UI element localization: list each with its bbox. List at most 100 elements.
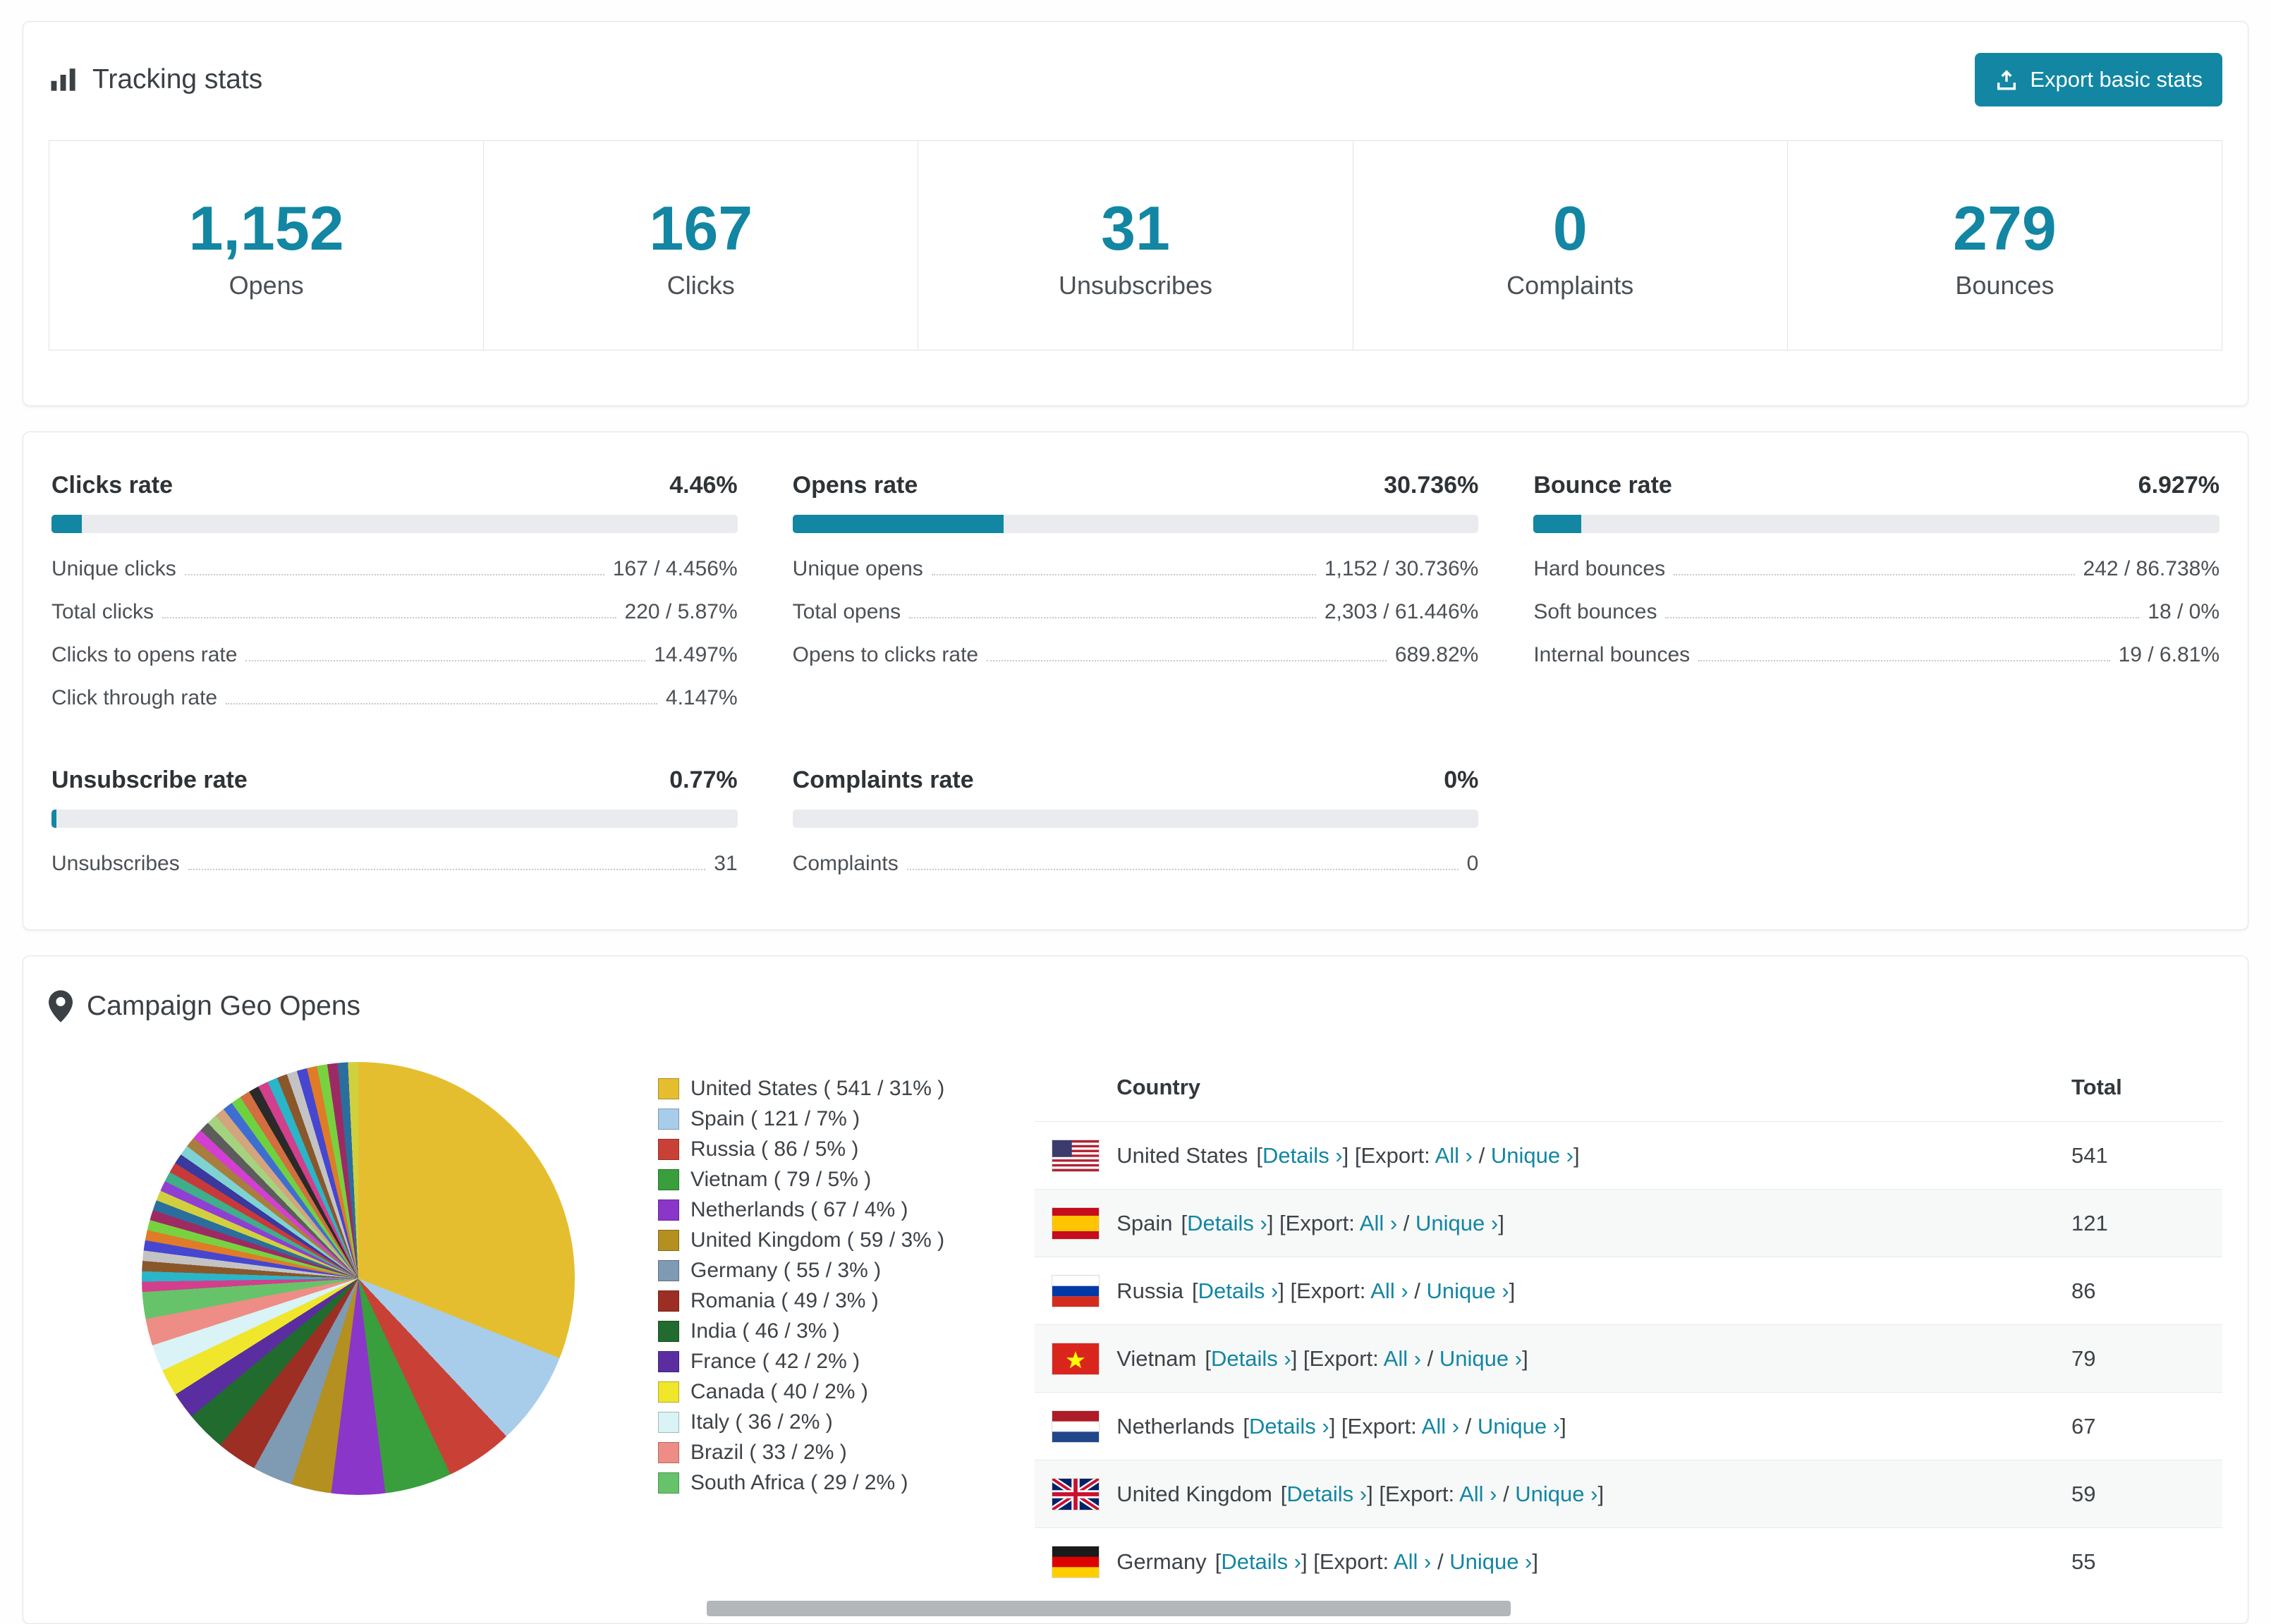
legend-color-swatch — [658, 1259, 679, 1281]
tracking-stats-title-text: Tracking stats — [92, 64, 263, 94]
rate-stat-row: Internal bounces 19 / 6.81% — [1533, 643, 2220, 667]
stat-cell-bounces: 279 Bounces — [1788, 141, 2222, 350]
geo-table-row-vietnam: Vietnam [Details ›] [Export: All › / Uniq… — [1035, 1324, 2222, 1392]
export-unique-link[interactable]: Unique › — [1415, 1211, 1498, 1235]
export-label: ] [Export: — [1329, 1413, 1422, 1439]
stat-cell-complaints: 0 Complaints — [1353, 141, 1788, 350]
geo-opens-header: Campaign Geo Opens — [49, 990, 2222, 1022]
legend-label: Russia ( 86 / 5% ) — [690, 1137, 859, 1161]
geo-table-body: United States [Details ›] [Export: All › … — [1035, 1121, 2222, 1595]
dotted-leader — [906, 869, 1459, 870]
dotted-leader — [188, 869, 706, 870]
rate-block-complaints-rate: Complaints rate 0% Complaints 0 — [792, 767, 1479, 876]
bracket-close: ] — [1597, 1481, 1605, 1506]
dotted-leader — [1674, 574, 2075, 575]
details-link[interactable]: Details › — [1249, 1414, 1329, 1439]
export-all-link[interactable]: All › — [1422, 1414, 1459, 1439]
rate-stat-value: 167 / 4.456% — [612, 557, 738, 580]
country-text: Germany [Details ›] [Export: All › / Uniq… — [1116, 1549, 1538, 1575]
export-unique-link[interactable]: Unique › — [1478, 1414, 1560, 1439]
rate-stat-value: 31 — [714, 852, 738, 875]
horizontal-scrollbar-thumb[interactable] — [707, 1601, 1511, 1616]
rate-stat-rows: Unique opens 1,152 / 30.736% Total opens 2,… — [793, 557, 1479, 667]
progress-bar — [51, 515, 738, 533]
export-unique-link[interactable]: Unique › — [1439, 1346, 1522, 1371]
legend-item-spain: Spain ( 121 / 7% ) — [658, 1104, 944, 1134]
rate-stat-label: Total clicks — [51, 600, 154, 623]
bracket-close: ] — [1560, 1413, 1566, 1439]
legend-color-swatch — [658, 1472, 679, 1494]
rate-block-header: Clicks rate 4.46% — [51, 472, 738, 499]
details-link[interactable]: Details › — [1187, 1211, 1267, 1235]
country-cell: Spain [Details ›] [Export: All › / Unique… — [1052, 1207, 2071, 1240]
details-link[interactable]: Details › — [1286, 1482, 1367, 1506]
bracket-open: [ — [1205, 1345, 1211, 1371]
flag-icon-us — [1052, 1139, 1100, 1172]
stat-value: 1,152 — [188, 193, 344, 263]
country-name: United States — [1116, 1142, 1248, 1168]
legend-item-netherlands: Netherlands ( 67 / 4% ) — [658, 1195, 944, 1225]
geo-table-row-russia: Russia [Details ›] [Export: All › / Uniqu… — [1035, 1257, 2222, 1324]
bracket-close: ] — [1573, 1142, 1580, 1168]
legend-label: Romania ( 49 / 3% ) — [690, 1288, 879, 1312]
progress-bar — [1533, 515, 2220, 533]
rate-block-clicks-rate: Clicks rate 4.46% Unique clicks 167 / 4.456… — [51, 472, 738, 710]
export-all-link[interactable]: All › — [1459, 1482, 1497, 1506]
rate-stat-rows: Unsubscribes 31 — [51, 852, 738, 876]
rate-block-header: Complaints rate 0% — [793, 767, 1479, 794]
rate-stat-label: Click through rate — [51, 686, 218, 709]
legend-label: Netherlands ( 67 / 4% ) — [690, 1197, 908, 1221]
legend-item-germany: Germany ( 55 / 3% ) — [658, 1255, 944, 1286]
rate-stat-row: Soft bounces 18 / 0% — [1533, 600, 2220, 624]
link-separator: / — [1431, 1549, 1450, 1574]
rate-stat-value: 14.497% — [654, 643, 738, 666]
legend-color-swatch — [658, 1350, 679, 1372]
country-name: Netherlands — [1116, 1413, 1235, 1439]
legend-color-swatch — [658, 1138, 679, 1160]
details-link[interactable]: Details › — [1211, 1346, 1291, 1371]
map-pin-icon — [49, 990, 73, 1022]
country-cell: United States [Details ›] [Export: All › … — [1052, 1139, 2071, 1172]
dotted-leader — [226, 703, 657, 704]
details-link[interactable]: Details › — [1262, 1143, 1343, 1168]
rate-stat-row: Hard bounces 242 / 86.738% — [1533, 557, 2220, 581]
geo-table: Country Total United States [Details ›] [… — [1035, 1058, 2222, 1595]
stat-label: Unsubscribes — [1058, 271, 1213, 300]
export-basic-stats-button[interactable]: Export basic stats — [1975, 53, 2222, 106]
country-cell: Vietnam [Details ›] [Export: All › / Uniq… — [1052, 1342, 2071, 1375]
rate-stat-row: Unique clicks 167 / 4.456% — [51, 557, 738, 581]
export-all-link[interactable]: All › — [1360, 1211, 1397, 1235]
details-link[interactable]: Details › — [1198, 1278, 1279, 1303]
legend-color-swatch — [658, 1229, 679, 1251]
country-text: Netherlands [Details ›] [Export: All › / … — [1116, 1414, 1566, 1439]
legend-label: South Africa ( 29 / 2% ) — [690, 1470, 908, 1494]
rate-stat-value: 4.147% — [665, 686, 738, 709]
country-cell: Netherlands [Details ›] [Export: All › / … — [1052, 1410, 2071, 1443]
rate-stat-row: Clicks to opens rate 14.497% — [51, 643, 738, 667]
export-unique-link[interactable]: Unique › — [1491, 1143, 1573, 1168]
country-cell: United Kingdom [Details ›] [Export: All ›… — [1052, 1477, 2071, 1510]
geo-table-row-germany: Germany [Details ›] [Export: All › / Uniq… — [1035, 1527, 2222, 1595]
geo-opens-pie-chart — [142, 1062, 575, 1495]
export-all-link[interactable]: All › — [1435, 1143, 1473, 1168]
country-name: Germany — [1116, 1549, 1207, 1574]
details-link[interactable]: Details › — [1221, 1549, 1301, 1574]
rate-block-opens-rate: Opens rate 30.736% Unique opens 1,152 / 30.… — [792, 472, 1479, 667]
rate-stat-label: Unique opens — [792, 557, 923, 580]
stat-cell-opens: 1,152 Opens — [49, 141, 485, 350]
legend-item-canada: Canada ( 40 / 2% ) — [658, 1376, 944, 1407]
export-unique-link[interactable]: Unique › — [1426, 1278, 1509, 1303]
country-text: United States [Details ›] [Export: All › … — [1116, 1143, 1579, 1168]
legend-item-russia: Russia ( 86 / 5% ) — [658, 1134, 944, 1164]
export-all-link[interactable]: All › — [1394, 1549, 1431, 1574]
export-all-link[interactable]: All › — [1370, 1278, 1408, 1303]
export-unique-link[interactable]: Unique › — [1449, 1549, 1532, 1574]
legend-color-swatch — [658, 1168, 679, 1190]
country-column-header: Country — [1116, 1075, 1201, 1099]
rate-stat-row: Click through rate 4.147% — [51, 686, 738, 710]
legend-label: Germany ( 55 / 3% ) — [690, 1258, 882, 1282]
legend-item-italy: Italy ( 36 / 2% ) — [658, 1407, 944, 1437]
export-unique-link[interactable]: Unique › — [1515, 1482, 1597, 1506]
progress-bar-fill — [792, 515, 1004, 533]
export-all-link[interactable]: All › — [1384, 1346, 1421, 1371]
